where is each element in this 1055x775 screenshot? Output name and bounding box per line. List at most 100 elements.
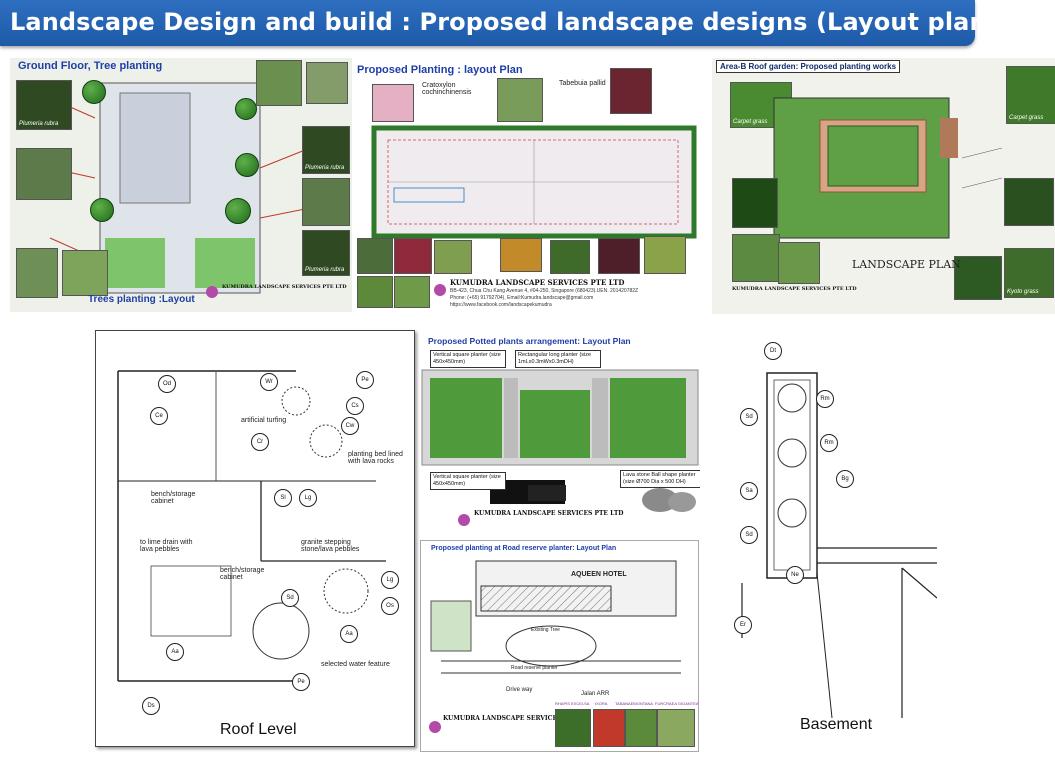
plant-photo: Plumeria rubra bbox=[302, 126, 350, 174]
plant-photo bbox=[302, 178, 350, 226]
callout: Vertical square planter (size 450x450mm) bbox=[430, 472, 506, 490]
plant-code: Er bbox=[734, 616, 752, 634]
plant-code: Lg bbox=[299, 489, 317, 507]
plant-photo: Plumeria rubra bbox=[302, 230, 350, 276]
plant-photo bbox=[256, 60, 302, 106]
page-title: Landscape Design and build : Proposed la… bbox=[10, 8, 1013, 36]
ground-floor-panel: Ground Floor, Tree planting Plumeria rub… bbox=[10, 58, 352, 312]
annotation: to lime drain with lava pebbles bbox=[140, 539, 193, 553]
plant-code: Aa bbox=[340, 625, 358, 643]
plant-photo bbox=[394, 238, 432, 274]
plant-code: Pe bbox=[292, 673, 310, 691]
plant-caption: RHAPIS EXCELSA bbox=[555, 701, 590, 706]
roof-level-panel: artificial turfing planting bed lined wi… bbox=[95, 330, 415, 747]
annotation: planting bed lined with lava rocks bbox=[348, 451, 403, 465]
plant-code: Lg bbox=[381, 571, 399, 589]
roof-garden-panel: Area-B Roof garden: Proposed planting wo… bbox=[712, 58, 1055, 314]
company-name: KUMUDRA LANDSCAPE SERVICES PTE LTD bbox=[732, 286, 857, 292]
plant-photo bbox=[732, 178, 778, 228]
plant-photo bbox=[732, 234, 780, 282]
plant-code: Od bbox=[158, 375, 176, 393]
annotation: Drive way bbox=[506, 687, 533, 693]
plant-photo bbox=[644, 236, 686, 274]
plant-caption: TABANAEMONTANA bbox=[615, 701, 654, 706]
plant-code: Cr bbox=[251, 433, 269, 451]
plant-photo bbox=[16, 148, 72, 200]
tree-symbol bbox=[90, 198, 114, 222]
basement-caption: Basement bbox=[800, 716, 873, 733]
plant-photo bbox=[1004, 178, 1054, 226]
company-logo bbox=[458, 514, 470, 526]
address-line: Phone: (+65) 91792704), Email:Kumudra.la… bbox=[450, 295, 594, 301]
plant-caption: FURCRAEA GIGANTEA bbox=[655, 701, 699, 706]
annotation: artificial turfing bbox=[241, 417, 287, 424]
annotation: Road reserve planter bbox=[511, 665, 558, 671]
company-logo bbox=[206, 286, 218, 298]
callout: Lava stone Ball shape planter (size Ø700… bbox=[620, 470, 700, 488]
plant-code: Wr bbox=[260, 373, 278, 391]
plant-code: Sd bbox=[740, 526, 758, 544]
plant-photo bbox=[306, 62, 348, 104]
tree-symbol bbox=[82, 80, 106, 104]
basement-panel: Dt Rm Sd Rm Bg Sa Sd Ne Er Basement bbox=[712, 338, 937, 738]
plant-photo bbox=[550, 240, 590, 274]
company-name: KUMUDRA LANDSCAPE SERVICES bbox=[443, 715, 562, 722]
tree-symbol bbox=[235, 153, 259, 177]
plant-code: Bg bbox=[836, 470, 854, 488]
plant-photo: Plumeria rubra bbox=[16, 80, 72, 130]
plant-code: Rm bbox=[816, 390, 834, 408]
site-plan bbox=[371, 125, 697, 239]
plant-code: Cs bbox=[346, 397, 364, 415]
company-name: KUMUDRA LANDSCAPE SERVICES PTE LTD bbox=[450, 278, 625, 287]
plant-photo bbox=[394, 276, 430, 308]
address-line: https://www.facebook.com/landscapekumudr… bbox=[450, 302, 552, 308]
plant-photo bbox=[954, 256, 1002, 300]
plant-caption: IXORA bbox=[595, 701, 608, 706]
address-line: BB-423, Chua Chu Kang Avenue 4, #04-250,… bbox=[450, 288, 639, 294]
plant-photo bbox=[16, 248, 58, 298]
plant-photo bbox=[357, 238, 393, 274]
plant-photo bbox=[657, 709, 695, 747]
potted-plan bbox=[421, 369, 699, 512]
plant-photo: Kyoto grass bbox=[1004, 248, 1054, 298]
annotation: Jalan ARR bbox=[581, 691, 610, 697]
proposed-planting-panel: Proposed Planting : layout Plan Cratoxyl… bbox=[354, 60, 704, 312]
plant-code: Sl bbox=[274, 489, 292, 507]
plant-photo bbox=[593, 709, 625, 747]
plant-code: Rm bbox=[820, 434, 838, 452]
plant-code: Ne bbox=[786, 566, 804, 584]
company-name: KUMUDRA LANDSCAPE SERVICES PTE LTD bbox=[222, 284, 347, 290]
plant-code: Cw bbox=[341, 417, 359, 435]
plant-code: Sd bbox=[281, 589, 299, 607]
plant-code: Dt bbox=[764, 342, 782, 360]
plant-code: Aa bbox=[166, 643, 184, 661]
annotation: Existing Tree bbox=[531, 627, 560, 633]
plant-photo bbox=[555, 709, 591, 747]
title-banner: Landscape Design and build : Proposed la… bbox=[0, 0, 1012, 46]
plant-photo bbox=[625, 709, 657, 747]
plant-photo bbox=[357, 276, 393, 308]
tree-symbol bbox=[225, 198, 251, 224]
company-logo bbox=[429, 721, 441, 733]
plant-code: Os bbox=[381, 597, 399, 615]
company-name: KUMUDRA LANDSCAPE SERVICES PTE LTD bbox=[474, 510, 624, 517]
annotation: bench/storage cabinet bbox=[151, 491, 196, 505]
roof-level-caption: Roof Level bbox=[220, 721, 297, 738]
tree-symbol bbox=[235, 98, 257, 120]
plant-code: Sa bbox=[740, 482, 758, 500]
plant-photo bbox=[434, 240, 472, 274]
plant-photo bbox=[500, 238, 542, 272]
hotel-label: AQUEEN HOTEL bbox=[571, 571, 627, 578]
company-logo bbox=[434, 284, 446, 296]
plant-photo bbox=[62, 250, 108, 296]
plan-label: LANDSCAPE PLAN bbox=[852, 258, 961, 271]
annotation: selected water feature bbox=[321, 661, 390, 668]
ground-floor-subtitle: Trees planting :Layout bbox=[88, 294, 195, 305]
plant-code: Pe bbox=[356, 371, 374, 389]
annotation: granite stepping stone/lava pebbles bbox=[301, 539, 360, 553]
road-reserve-panel: Proposed planting at Road reserve plante… bbox=[420, 540, 699, 752]
plant-photo bbox=[778, 242, 820, 284]
plant-code: Sd bbox=[740, 408, 758, 426]
plant-code: Ds bbox=[142, 697, 160, 715]
plant-code: Ce bbox=[150, 407, 168, 425]
